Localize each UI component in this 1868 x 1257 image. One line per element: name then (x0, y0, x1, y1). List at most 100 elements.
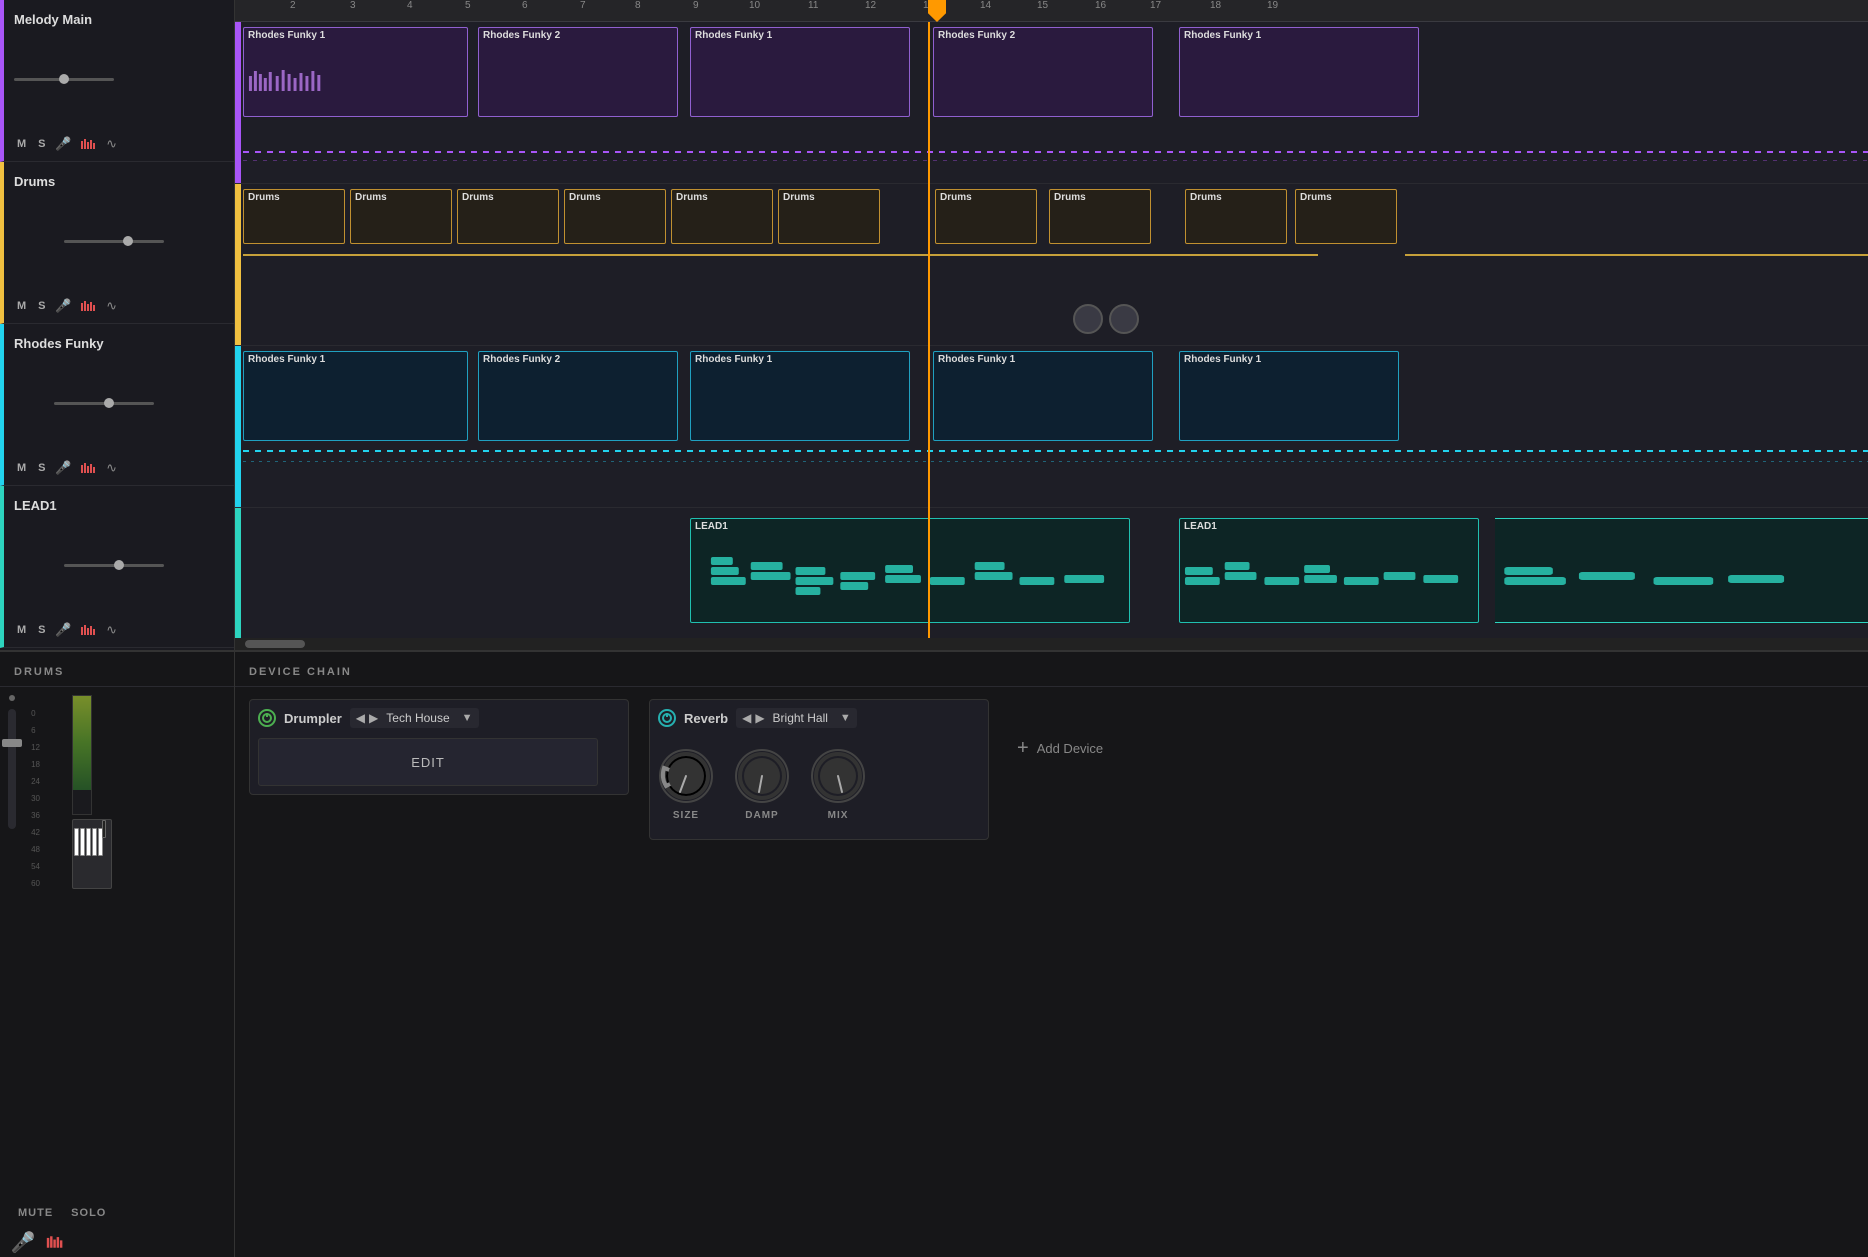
ruler[interactable]: 2 3 4 5 6 7 8 9 10 11 12 13 14 15 16 17 … (235, 0, 1868, 22)
drum-mixer: 0 6 12 18 24 30 36 42 48 54 60 (0, 687, 234, 1199)
reverb-damp-knob[interactable] (734, 748, 790, 804)
solo-button[interactable]: SOLO (67, 1205, 110, 1221)
clip-drums-8[interactable]: Drums (1185, 189, 1287, 244)
reverb-power-btn[interactable] (658, 709, 676, 727)
rhodes-solo-btn[interactable]: S (35, 461, 48, 475)
rhodes-automation-icon[interactable]: ∿ (103, 459, 121, 477)
rhodes-volume-slider[interactable] (54, 402, 154, 405)
melody-solo-btn[interactable]: S (35, 137, 48, 151)
drumpler-dropdown-arrow[interactable]: ▼ (462, 712, 473, 724)
melody-midi-line (243, 151, 1868, 153)
rhodes-controls: M S 🎤 ∿ (14, 459, 224, 477)
drumpler-preset-nav[interactable]: ◀ ▶ Tech House ▼ (350, 708, 479, 728)
rhodes-eq-icon[interactable] (79, 459, 97, 477)
scrollbar-thumb[interactable] (245, 640, 305, 648)
clip-drums-5[interactable]: Drums (778, 189, 880, 244)
clip-lead1-2-partial[interactable] (1495, 518, 1868, 623)
reverb-mix-knob[interactable] (810, 748, 866, 804)
reverb-preset-nav[interactable]: ◀ ▶ Bright Hall ▼ (736, 708, 857, 728)
drum-fader-thumb[interactable] (2, 739, 22, 747)
db-36: 36 (31, 811, 40, 820)
playhead-line (928, 22, 930, 638)
melody-mic-icon[interactable]: 🎤 (55, 135, 73, 153)
clip-drums-3[interactable]: Drums (564, 189, 666, 244)
rhodes-midi-line2 (243, 461, 1868, 462)
drums-controls: M S 🎤 ∿ (14, 297, 224, 315)
rhodes-mute-btn[interactable]: M (14, 461, 29, 475)
clip-drums-2[interactable]: Drums (457, 189, 559, 244)
drumpler-edit-btn[interactable]: EDIT (258, 738, 598, 786)
mute-button[interactable]: MUTE (14, 1205, 57, 1221)
devices-row: Drumpler ◀ ▶ Tech House ▼ EDIT (235, 687, 1868, 852)
drums-color-band (235, 184, 241, 345)
melody-eq-icon[interactable] (79, 135, 97, 153)
clip-label-drums-0: Drums (248, 192, 280, 203)
drums-mic-icon[interactable]: 🎤 (55, 297, 73, 315)
reverb-mix-knob-group: MIX (810, 748, 866, 821)
lead1-automation-icon[interactable]: ∿ (103, 621, 121, 639)
reverb-damp-knob-group: DAMP (734, 748, 790, 821)
clip-label-drums-9: Drums (1300, 192, 1332, 203)
clip-drums-6[interactable]: Drums (935, 189, 1037, 244)
key-3 (86, 828, 91, 856)
clip-label-melody-3: Rhodes Funky 2 (938, 30, 1015, 41)
lead1-mute-btn[interactable]: M (14, 623, 29, 637)
clip-melody-0[interactable]: Rhodes Funky 1 (243, 27, 468, 117)
key-1 (74, 828, 79, 856)
drum-fader-track[interactable]: 0 6 12 18 24 30 36 42 48 54 60 (8, 709, 16, 829)
clip-melody-1[interactable]: Rhodes Funky 2 (478, 27, 678, 117)
clip-rhodes-3[interactable]: Rhodes Funky 1 (933, 351, 1153, 441)
drum-level-fill (73, 696, 91, 790)
drums-solo-btn[interactable]: S (35, 299, 48, 313)
reverb-prev-preset[interactable]: ◀ (742, 711, 751, 725)
drums-line-1 (243, 254, 1318, 256)
lead1-volume-slider[interactable] (64, 564, 164, 567)
melody-mute-btn[interactable]: M (14, 137, 29, 151)
drums-volume-slider[interactable] (64, 240, 164, 243)
add-device-button[interactable]: + Add Device (1009, 729, 1111, 768)
lead1-mic-icon[interactable]: 🎤 (55, 621, 73, 639)
drums-mute-btn[interactable]: M (14, 299, 29, 313)
clip-lead1-0[interactable]: LEAD1 (690, 518, 1130, 623)
melody-automation-icon[interactable]: ∿ (103, 135, 121, 153)
lead1-color-band (235, 508, 241, 638)
drumpler-prev-preset[interactable]: ◀ (356, 711, 365, 725)
arrangement-scrollbar[interactable] (235, 638, 1868, 650)
drums-automation-icon[interactable]: ∿ (103, 297, 121, 315)
clip-drums-0[interactable]: Drums (243, 189, 345, 244)
lead1-eq-icon[interactable] (79, 621, 97, 639)
track-row-lead1[interactable]: LEAD1 (235, 508, 1868, 638)
clip-lead1-1[interactable]: LEAD1 (1179, 518, 1479, 623)
clip-drums-7[interactable]: Drums (1049, 189, 1151, 244)
rhodes-mic-icon[interactable]: 🎤 (55, 459, 73, 477)
lead1-solo-btn[interactable]: S (35, 623, 48, 637)
reverb-size-knob[interactable] (658, 748, 714, 804)
clip-rhodes-1[interactable]: Rhodes Funky 2 (478, 351, 678, 441)
drums-eq-icon[interactable] (79, 297, 97, 315)
drum-mic-icon[interactable]: 🎤 (14, 1233, 32, 1251)
clip-drums-4[interactable]: Drums (671, 189, 773, 244)
reverb-next-preset[interactable]: ▶ (755, 711, 764, 725)
device-card-reverb: Reverb ◀ ▶ Bright Hall ▼ (649, 699, 989, 840)
drum-bars-icon[interactable] (46, 1233, 64, 1251)
track-row-melody[interactable]: Rhodes Funky 1 (235, 22, 1868, 184)
clip-melody-4[interactable]: Rhodes Funky 1 (1179, 27, 1419, 117)
clip-melody-3[interactable]: Rhodes Funky 2 (933, 27, 1153, 117)
clip-rhodes-2[interactable]: Rhodes Funky 1 (690, 351, 910, 441)
clip-rhodes-4[interactable]: Rhodes Funky 1 (1179, 351, 1399, 441)
melody-volume-slider[interactable] (14, 78, 114, 81)
clip-label-melody-1: Rhodes Funky 2 (483, 30, 560, 41)
clip-rhodes-0[interactable]: Rhodes Funky 1 (243, 351, 468, 441)
lead1-controls: M S 🎤 ∿ (14, 621, 224, 639)
reverb-dropdown-arrow[interactable]: ▼ (840, 712, 851, 724)
ruler-mark-5: 5 (465, 0, 471, 11)
track-row-rhodes[interactable]: Rhodes Funky 1 Rhodes Funky 2 Rhodes Fun… (235, 346, 1868, 508)
clip-drums-1[interactable]: Drums (350, 189, 452, 244)
clip-melody-2[interactable]: Rhodes Funky 1 (690, 27, 910, 117)
drumpler-power-btn[interactable] (258, 709, 276, 727)
drumpler-next-preset[interactable]: ▶ (369, 711, 378, 725)
track-row-drums[interactable]: Drums Drums Drums Drums Drums Drums (235, 184, 1868, 346)
drums-knob-2 (1109, 304, 1139, 334)
track-name-lead1: LEAD1 (14, 498, 224, 513)
clip-drums-9[interactable]: Drums (1295, 189, 1397, 244)
